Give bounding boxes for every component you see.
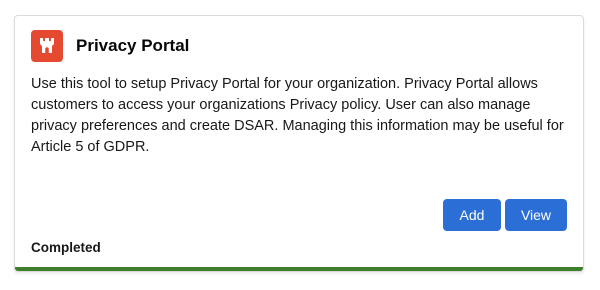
view-button[interactable]: View bbox=[505, 199, 567, 231]
card-header: Privacy Portal bbox=[31, 30, 189, 62]
progress-bar-fill bbox=[15, 267, 583, 271]
add-button[interactable]: Add bbox=[443, 199, 501, 231]
status-label: Completed bbox=[31, 240, 101, 255]
card-actions: Add View bbox=[443, 199, 567, 231]
privacy-portal-card: Privacy Portal Use this tool to setup Pr… bbox=[14, 15, 584, 272]
card-description: Use this tool to setup Privacy Portal fo… bbox=[31, 76, 564, 155]
castle-tower-icon bbox=[31, 30, 63, 62]
castle-tower-glyph bbox=[40, 38, 54, 53]
card-title: Privacy Portal bbox=[76, 36, 190, 55]
progress-bar bbox=[15, 267, 583, 271]
